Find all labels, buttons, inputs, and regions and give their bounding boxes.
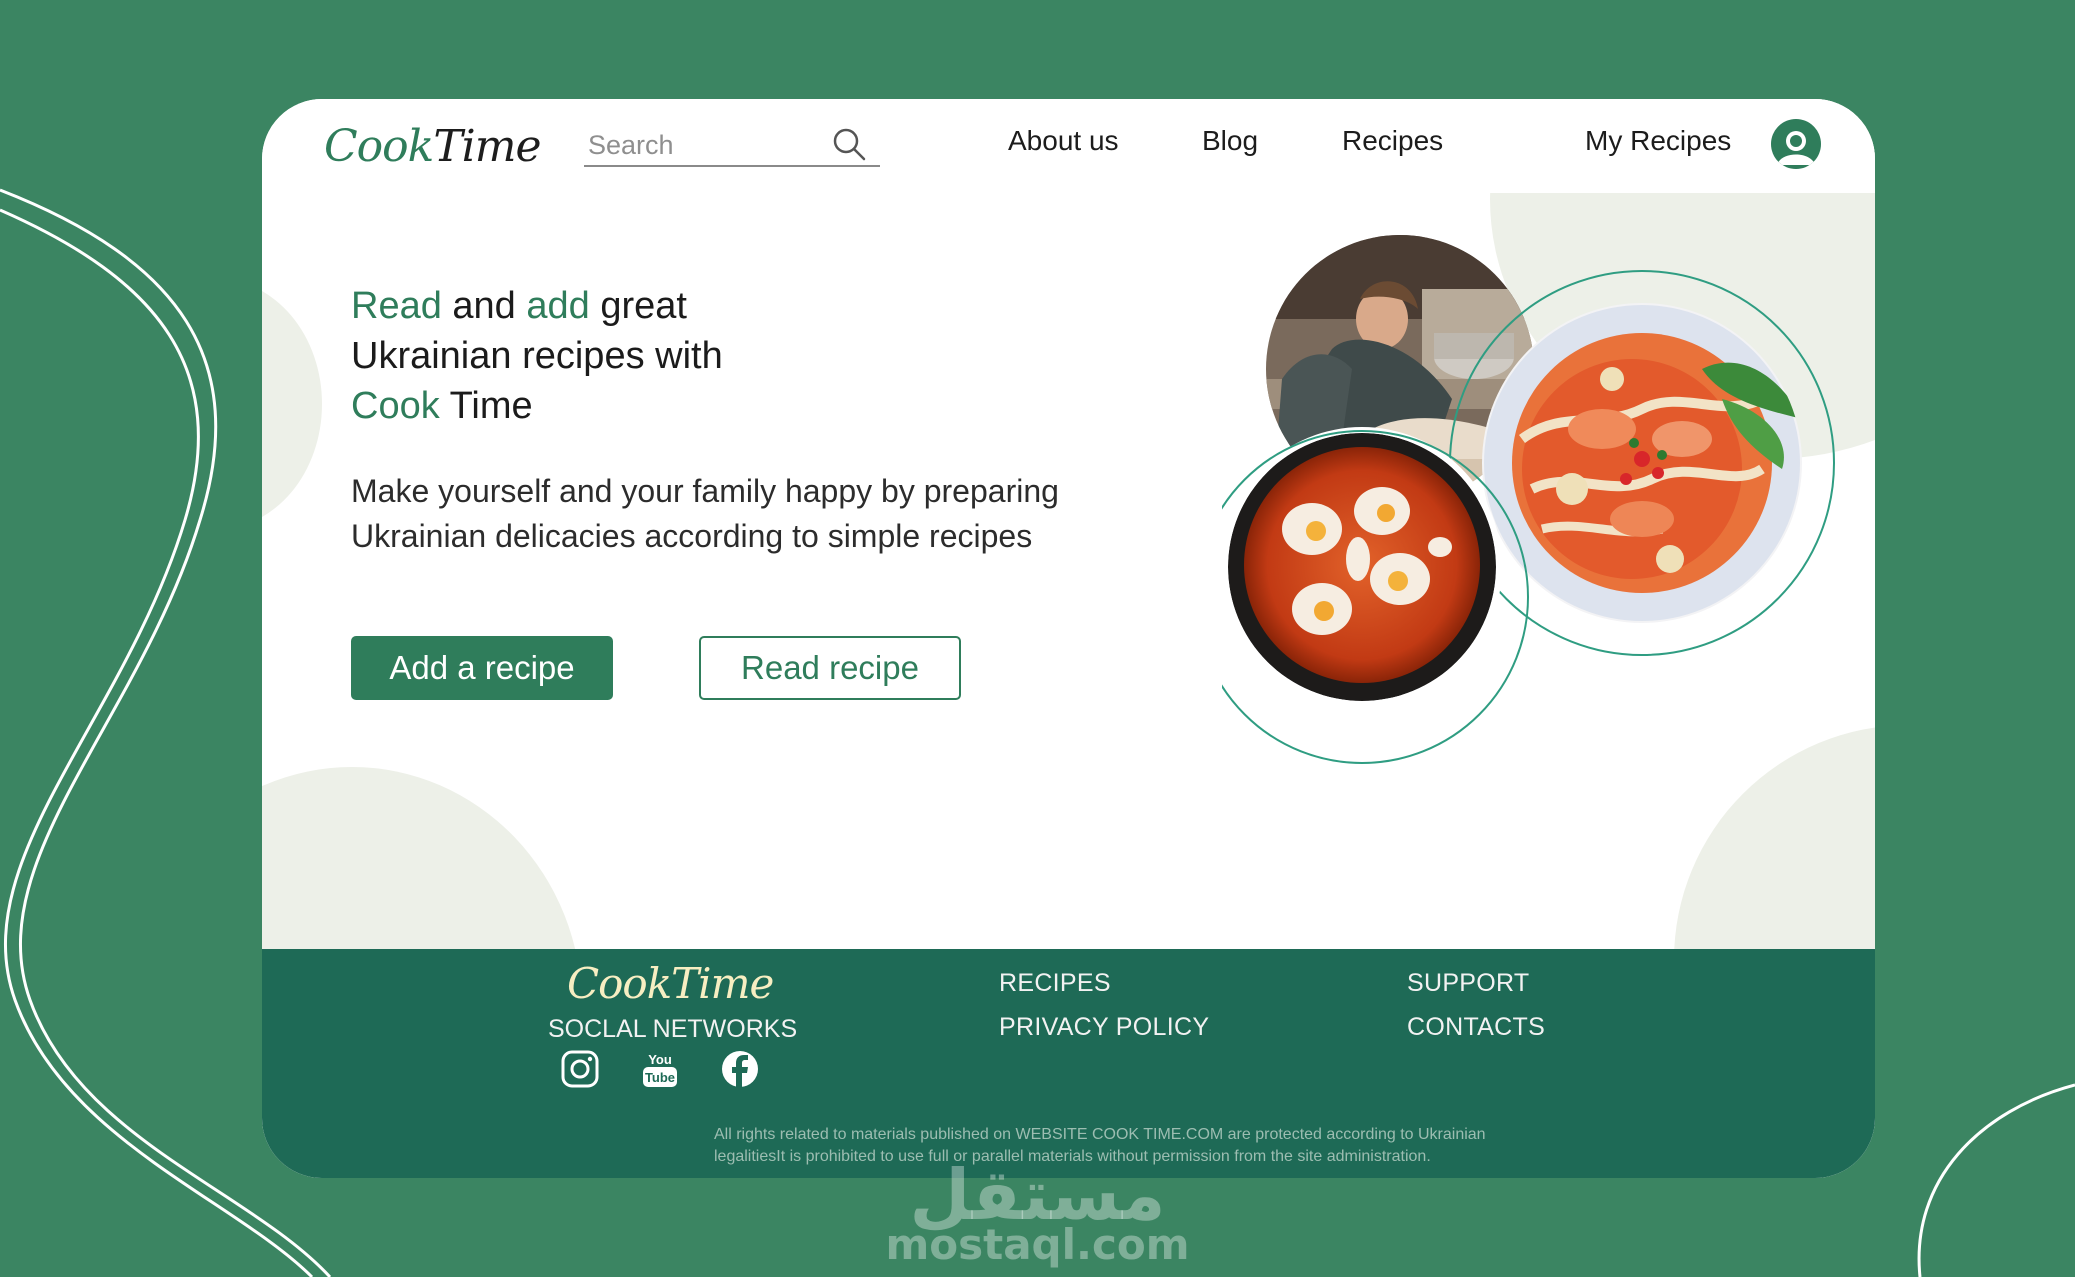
hero-title-and: and: [441, 285, 527, 327]
decor-blob-left: [262, 279, 322, 529]
add-recipe-button[interactable]: Add a recipe: [351, 636, 613, 700]
search-input[interactable]: [586, 125, 830, 165]
nav-recipes[interactable]: Recipes: [1342, 125, 1443, 157]
hero-title-time: Time: [439, 385, 533, 427]
instagram-icon[interactable]: [560, 1049, 600, 1089]
footer-link-contacts[interactable]: CONTACTS: [1407, 1013, 1545, 1042]
footer-logo-cook: Cook: [567, 959, 672, 1008]
hero-description: Make yourself and your family happy by p…: [351, 473, 1059, 554]
site-logo[interactable]: CookTime: [324, 121, 542, 172]
top-navbar: CookTime About us Blog Recipes My Recipe…: [262, 99, 1875, 193]
footer-link-recipes[interactable]: RECIPES: [999, 969, 1111, 998]
hero-title: Read and add great Ukrainian recipes wit…: [351, 281, 911, 431]
logo-cook: Cook: [324, 121, 434, 172]
youtube-tube-text: Tube: [645, 1070, 675, 1085]
nav-blog[interactable]: Blog: [1202, 125, 1258, 157]
read-recipe-button[interactable]: Read recipe: [699, 636, 961, 700]
footer-logo[interactable]: CookTime: [567, 959, 774, 1008]
logo-time: Time: [433, 121, 541, 172]
mostaql-watermark: مستقل mostaql.com: [0, 1160, 2075, 1269]
hero-title-great: great: [589, 285, 687, 327]
facebook-icon[interactable]: [720, 1049, 760, 1089]
footer: CookTime SOCLAL NETWORKS You Tube RECIPE…: [262, 949, 1875, 1178]
footer-link-privacy-policy[interactable]: PRIVACY POLICY: [999, 1013, 1209, 1042]
hero-title-read: Read: [351, 285, 442, 327]
search-bar: [584, 125, 880, 167]
youtube-you-text: You: [648, 1052, 672, 1067]
hero-title-cook: Cook: [351, 385, 440, 427]
hero-title-add: add: [526, 285, 590, 327]
copyright-line-1: All rights related to materials publishe…: [714, 1126, 1486, 1143]
nav-about-us[interactable]: About us: [1008, 125, 1119, 157]
hero-title-line2: Ukrainian recipes with: [351, 335, 723, 377]
social-networks-title: SOCLAL NETWORKS: [548, 1015, 798, 1043]
user-icon: [1777, 131, 1815, 165]
youtube-icon[interactable]: You Tube: [640, 1049, 680, 1089]
footer-logo-time: Time: [671, 959, 774, 1008]
user-avatar[interactable]: [1771, 119, 1821, 169]
search-icon[interactable]: [832, 127, 866, 161]
main-card: CookTime About us Blog Recipes My Recipe…: [262, 99, 1875, 1178]
watermark-latin: mostaql.com: [885, 1220, 1190, 1269]
food-photo-collage: [1222, 235, 1835, 764]
nav-my-recipes[interactable]: My Recipes: [1585, 125, 1731, 157]
footer-link-support[interactable]: SUPPORT: [1407, 969, 1530, 998]
